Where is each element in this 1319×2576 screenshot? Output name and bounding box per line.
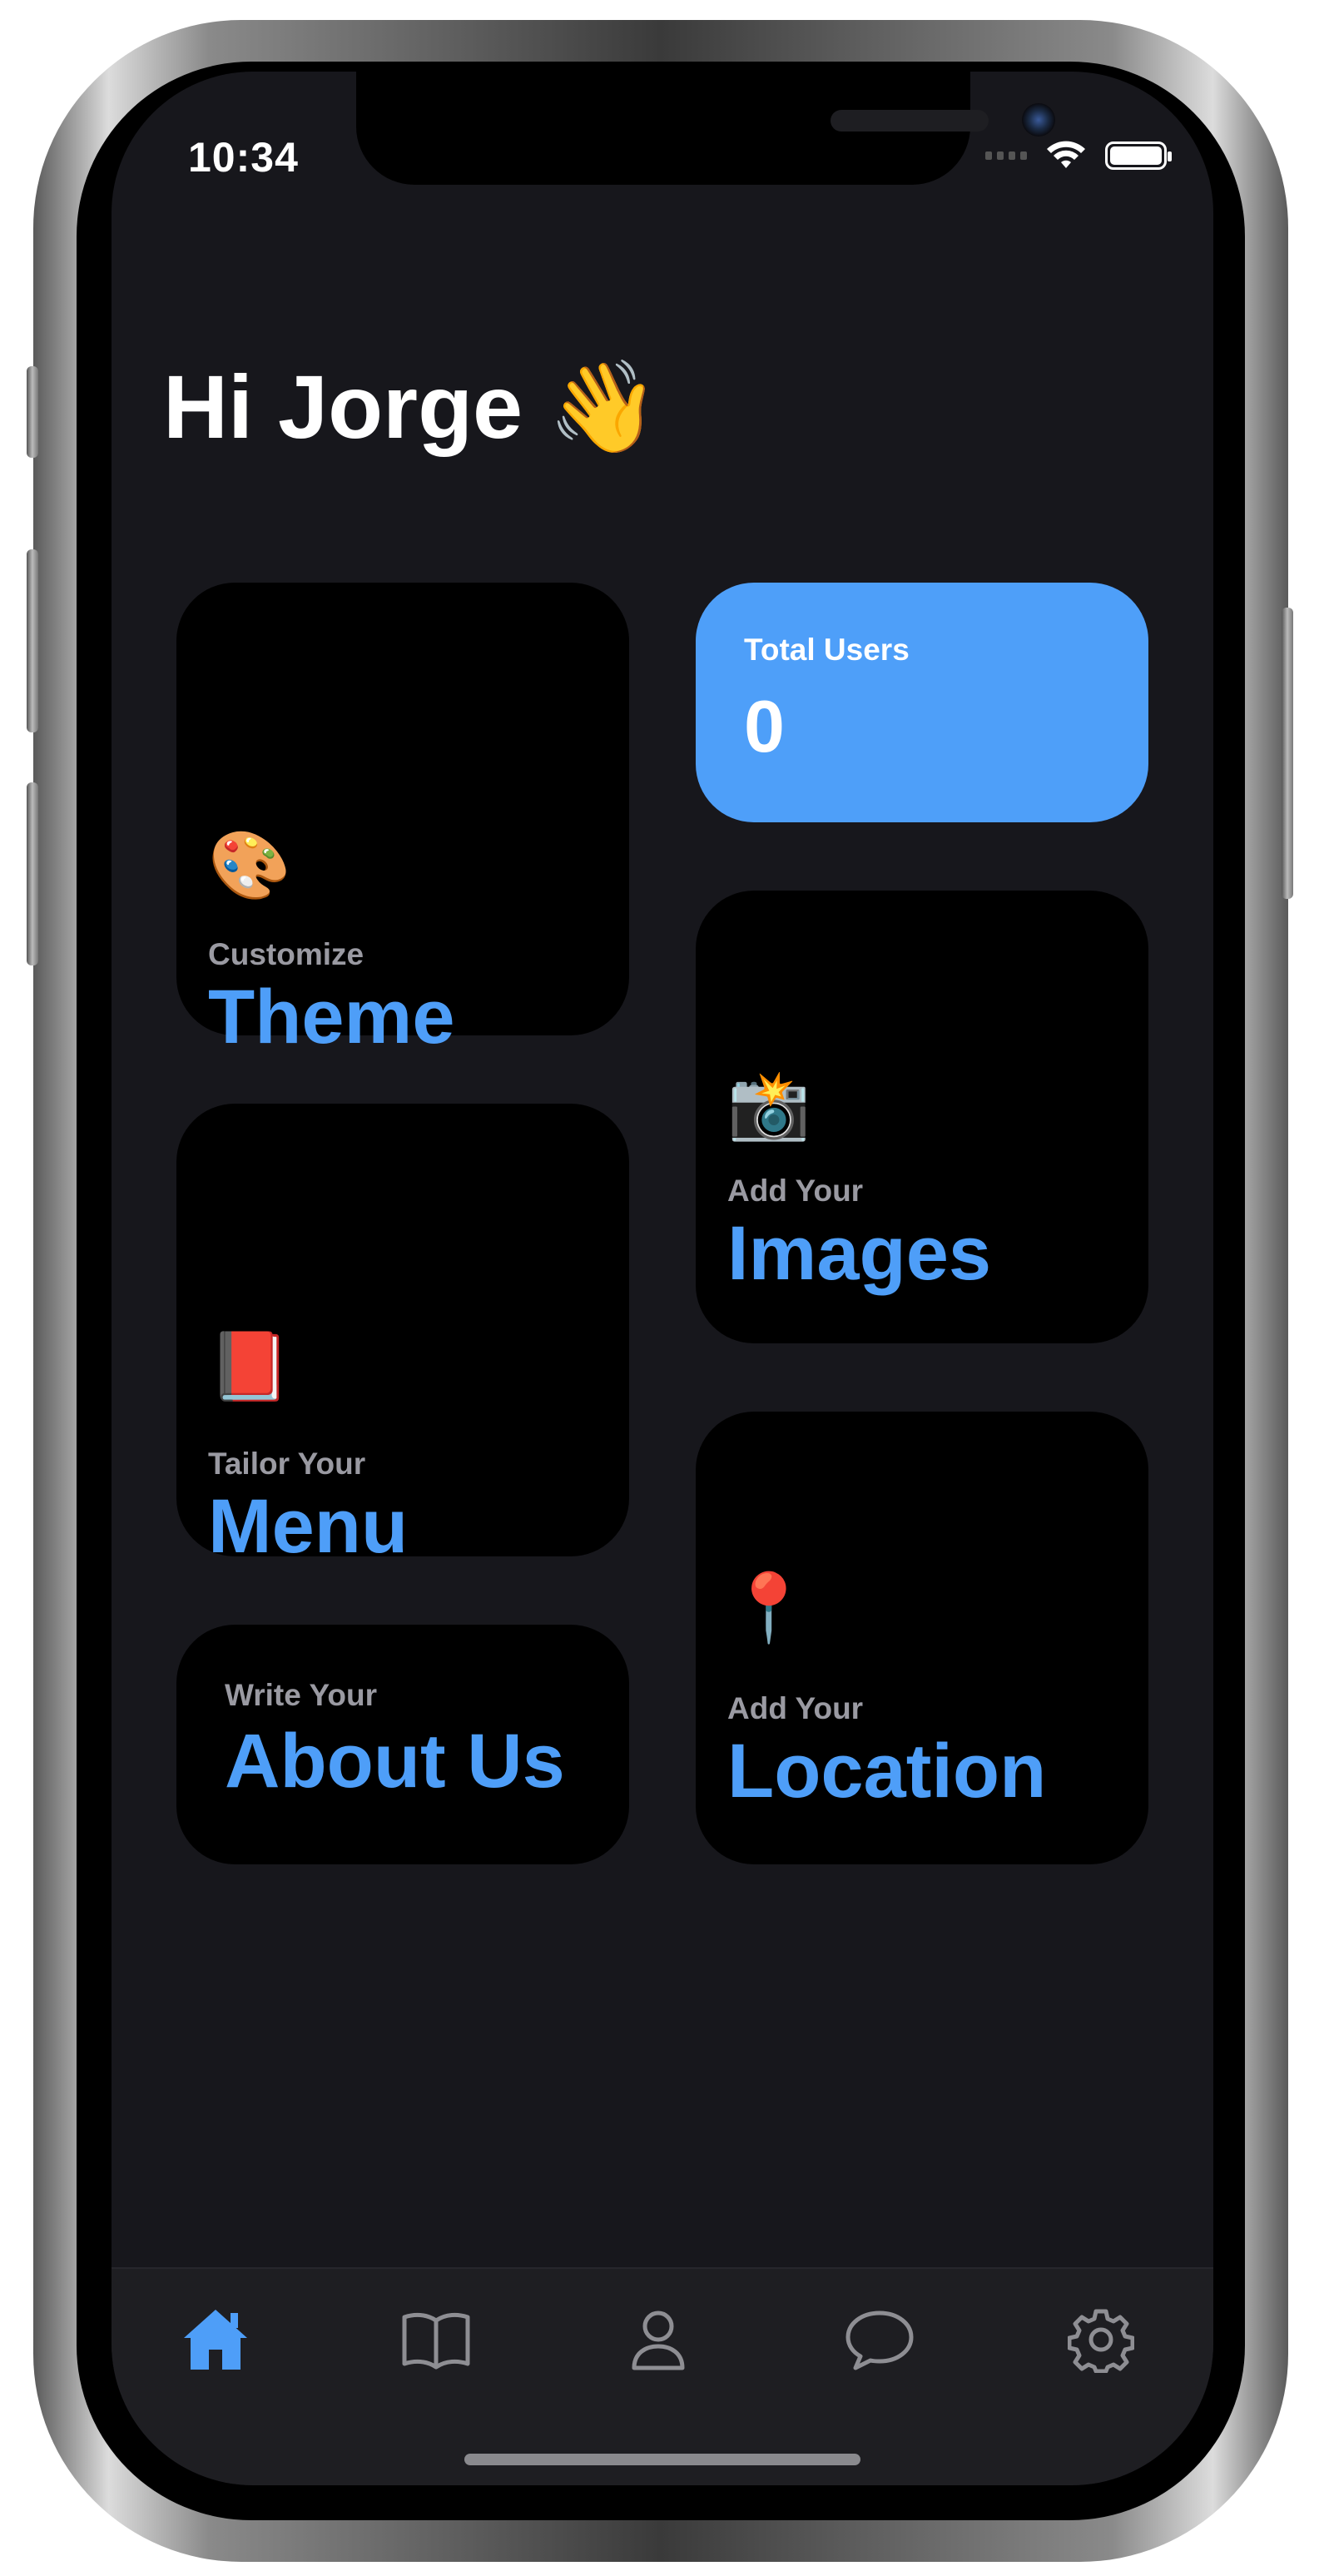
- cellular-signal-icon: [985, 151, 1027, 160]
- tab-messages[interactable]: [842, 2302, 917, 2377]
- card-subtitle: Add Your: [727, 1174, 864, 1208]
- volume-up-button: [27, 549, 38, 732]
- volume-down-button: [27, 782, 38, 965]
- total-users-card: Total Users 0: [696, 583, 1148, 822]
- gear-icon: [1068, 2309, 1134, 2373]
- tab-settings[interactable]: [1064, 2302, 1138, 2377]
- card-subtitle: Add Your: [727, 1691, 864, 1725]
- tab-home[interactable]: [178, 2302, 253, 2377]
- wifi-icon: [1047, 141, 1085, 168]
- red-book-icon: 📕: [208, 1329, 291, 1403]
- notch: [356, 72, 1055, 185]
- card-title: Theme: [208, 975, 455, 1060]
- status-indicators: [985, 140, 1172, 171]
- home-indicator[interactable]: [464, 2454, 860, 2465]
- add-location-card[interactable]: 📍 Add Your Location: [696, 1412, 1148, 1864]
- front-camera: [1022, 103, 1055, 136]
- card-subtitle: Write Your: [225, 1678, 377, 1712]
- speaker-grille: [831, 110, 989, 132]
- mute-switch: [27, 366, 38, 458]
- card-subtitle: Customize: [208, 937, 364, 971]
- card-subtitle: Tailor Your: [208, 1447, 366, 1481]
- home-icon: [184, 2310, 247, 2370]
- tab-profile[interactable]: [621, 2302, 696, 2377]
- book-icon: [402, 2312, 470, 2370]
- card-title: Location: [727, 1729, 1047, 1814]
- chat-bubble-icon: [845, 2310, 914, 2370]
- add-images-card[interactable]: 📸 Add Your Images: [696, 891, 1148, 1343]
- app-screen: 10:34 Hi Jorge 👋 🎨 Customize Theme Total…: [112, 72, 1213, 2485]
- greeting-text: Hi Jorge: [163, 356, 523, 457]
- power-button: [1282, 608, 1293, 899]
- customize-theme-card[interactable]: 🎨 Customize Theme: [176, 583, 629, 1060]
- status-time: 10:34: [188, 134, 299, 181]
- tab-menu[interactable]: [399, 2302, 474, 2377]
- tailor-menu-card[interactable]: 📕 Tailor Your Menu: [176, 1104, 629, 1569]
- card-title: Images: [727, 1211, 992, 1296]
- total-users-label: Total Users: [744, 633, 910, 667]
- person-icon: [632, 2310, 685, 2370]
- battery-icon: [1105, 141, 1172, 170]
- pushpin-icon: 📍: [727, 1571, 811, 1645]
- card-title: About Us: [225, 1719, 565, 1804]
- card-title: Menu: [208, 1484, 409, 1569]
- waving-hand-icon: 👋: [548, 356, 660, 457]
- camera-flash-icon: 📸: [727, 1068, 811, 1142]
- tab-bar: [112, 2267, 1213, 2485]
- palette-icon: 🎨: [208, 828, 291, 902]
- total-users-value: 0: [744, 685, 785, 767]
- page-title: Hi Jorge 👋: [163, 355, 660, 460]
- write-about-us-card[interactable]: Write Your About Us: [176, 1625, 629, 1864]
